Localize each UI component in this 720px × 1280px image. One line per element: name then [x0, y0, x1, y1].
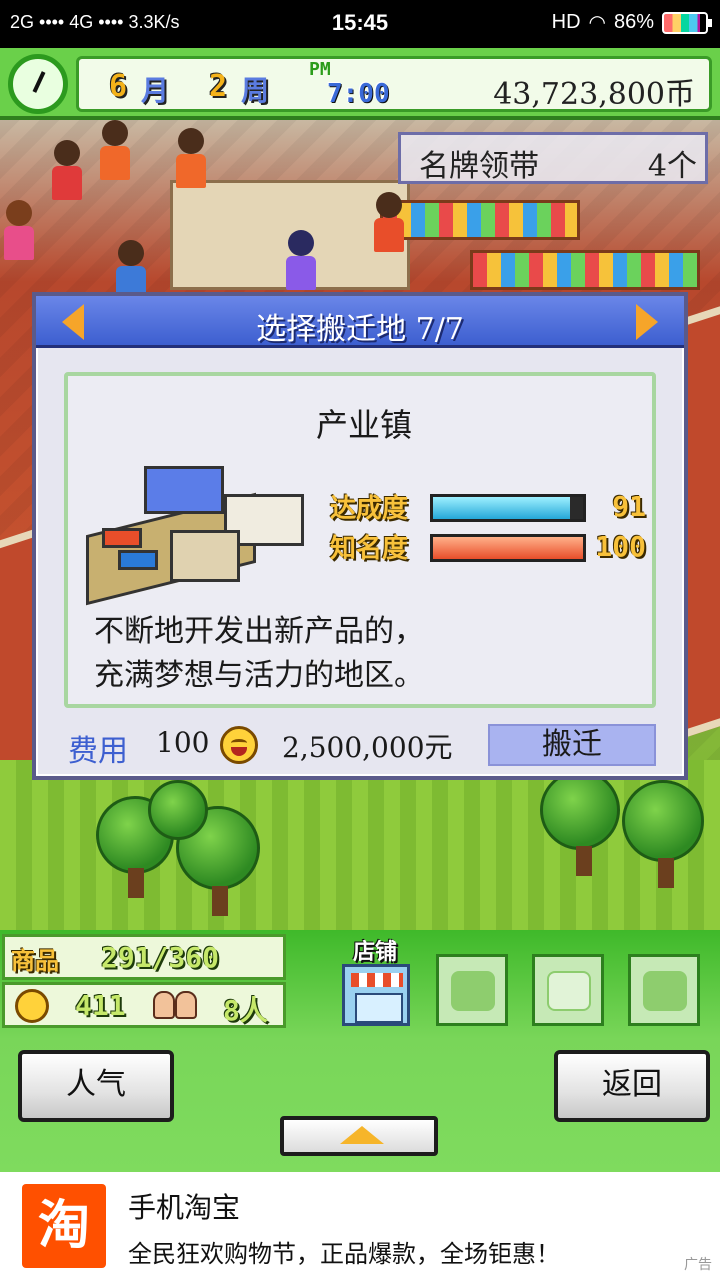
goods-value: 291/360: [101, 941, 220, 974]
tree-trunk: [128, 868, 144, 898]
achievement-label: 达成度: [330, 494, 409, 524]
fame-label: 知名度: [330, 534, 409, 564]
clock-icon[interactable]: [8, 54, 68, 114]
cost-points: 100: [156, 726, 210, 759]
tree-trunk: [212, 886, 228, 916]
status-bar: 2G •••• 4G •••• 3.3K/s 15:45 HD ◠ 86%: [0, 0, 720, 48]
tree-sprite: [540, 770, 620, 850]
week-unit: 周: [241, 74, 270, 107]
cost-label: 费用: [68, 734, 128, 769]
smiley-icon: [220, 726, 258, 764]
store-icon: [342, 964, 410, 1026]
customer-sprite: [176, 128, 206, 188]
map-tool-button[interactable]: [628, 954, 700, 1026]
achievement-bar-fill: [433, 497, 570, 519]
money-tool-button[interactable]: [436, 954, 508, 1026]
top-hud: 6 月 2 周 PM 7:00 43,723,800币: [0, 48, 720, 120]
clothing-shelf: [470, 250, 700, 290]
description-line-2: 充满梦想与活力的地区。: [94, 658, 424, 693]
status-right: HD ◠ 86%: [551, 10, 712, 35]
item-name: 名牌领带: [419, 149, 539, 184]
house-building: [170, 530, 240, 582]
week-number: 2: [209, 69, 228, 104]
popularity-value: 411: [75, 989, 126, 1022]
am-pm-label: PM: [309, 59, 331, 80]
fame-value: 100: [595, 530, 646, 563]
staff-sprite: [374, 192, 404, 252]
money-stack-icon: [451, 971, 495, 1011]
smiley-icon: [15, 989, 49, 1023]
relocate-button[interactable]: 搬迁: [488, 724, 656, 766]
money-display: 43,723,800币: [493, 77, 695, 112]
town-image: [78, 458, 318, 608]
ad-title: 手机淘宝: [128, 1191, 241, 1224]
cost-row: 费用 100 2,500,000元 搬迁: [36, 722, 684, 770]
car-sprite: [118, 550, 158, 570]
customer-sprite: [286, 230, 316, 290]
popularity-staff-stat: 411 8人: [2, 982, 286, 1028]
taobao-logo: 淘: [22, 1184, 106, 1268]
game-time: 7:00: [327, 79, 390, 109]
relocation-dialog: 选择搬迁地 7/7 产业镇 达成度 91 知名度 100 不断地开发出新产品的，…: [32, 292, 688, 780]
tree-sprite: [148, 780, 208, 840]
hd-indicator: HD: [551, 11, 581, 33]
item-count: 4个: [647, 149, 697, 184]
map-icon: [643, 971, 687, 1011]
speech-bubble-icon: [547, 971, 591, 1011]
bottom-bar: 商品 291/360 411 8人 店铺 人气 返回: [0, 930, 720, 1172]
wifi-icon: ◠: [588, 12, 606, 34]
month-number: 6: [109, 69, 128, 104]
shop-tab-label: 店铺: [352, 940, 397, 965]
description-line-1: 不断地开发出新产品的，: [94, 614, 424, 649]
office-building: [144, 466, 224, 514]
location-name: 产业镇: [315, 406, 412, 444]
month-unit: 月: [141, 74, 170, 107]
customer-sprite: [116, 240, 146, 300]
selected-item-panel: 名牌领带 4个: [398, 132, 708, 184]
ad-description: 全民狂欢购物节，正品爆款，全场钜惠！: [128, 1240, 560, 1268]
customer-sprite: [100, 120, 130, 180]
staff-count: 8人: [223, 994, 268, 1027]
date-money-panel: 6 月 2 周 PM 7:00 43,723,800币: [76, 56, 712, 112]
message-tool-button[interactable]: [532, 954, 604, 1026]
popularity-button[interactable]: 人气: [18, 1050, 174, 1122]
fame-bar: [430, 534, 586, 562]
customer-sprite: [4, 200, 34, 260]
clothing-shelf: [380, 200, 580, 240]
tree-trunk: [658, 858, 674, 888]
fame-bar-fill: [433, 537, 583, 559]
next-arrow-icon[interactable]: [636, 304, 658, 340]
goods-stat: 商品 291/360: [2, 934, 286, 980]
dialog-header: 选择搬迁地 7/7: [36, 296, 684, 348]
car-sprite: [102, 528, 142, 548]
customer-sprite: [52, 140, 82, 200]
staff-icon: [153, 991, 199, 1021]
location-description: 不断地开发出新产品的， 充满梦想与活力的地区。: [94, 610, 424, 698]
expand-up-button[interactable]: [280, 1116, 438, 1156]
battery-percent: 86%: [613, 11, 654, 33]
dialog-title: 选择搬迁地 7/7: [256, 312, 464, 347]
achievement-bar: [430, 494, 586, 522]
achievement-value: 91: [612, 490, 646, 523]
shop-tab[interactable]: 店铺: [340, 934, 410, 1026]
back-button[interactable]: 返回: [554, 1050, 710, 1122]
location-card: 产业镇 达成度 91 知名度 100 不断地开发出新产品的， 充满梦想与活力的地…: [64, 372, 656, 708]
ad-tag: 广告: [684, 1257, 712, 1273]
tree-trunk: [576, 846, 592, 876]
tree-sprite: [622, 780, 704, 862]
cost-money: 2,500,000元: [282, 731, 453, 764]
battery-icon: [662, 11, 712, 34]
ad-banner[interactable]: 淘 手机淘宝 全民狂欢购物节，正品爆款，全场钜惠！ 广告: [0, 1172, 720, 1280]
goods-label: 商品: [11, 947, 59, 975]
